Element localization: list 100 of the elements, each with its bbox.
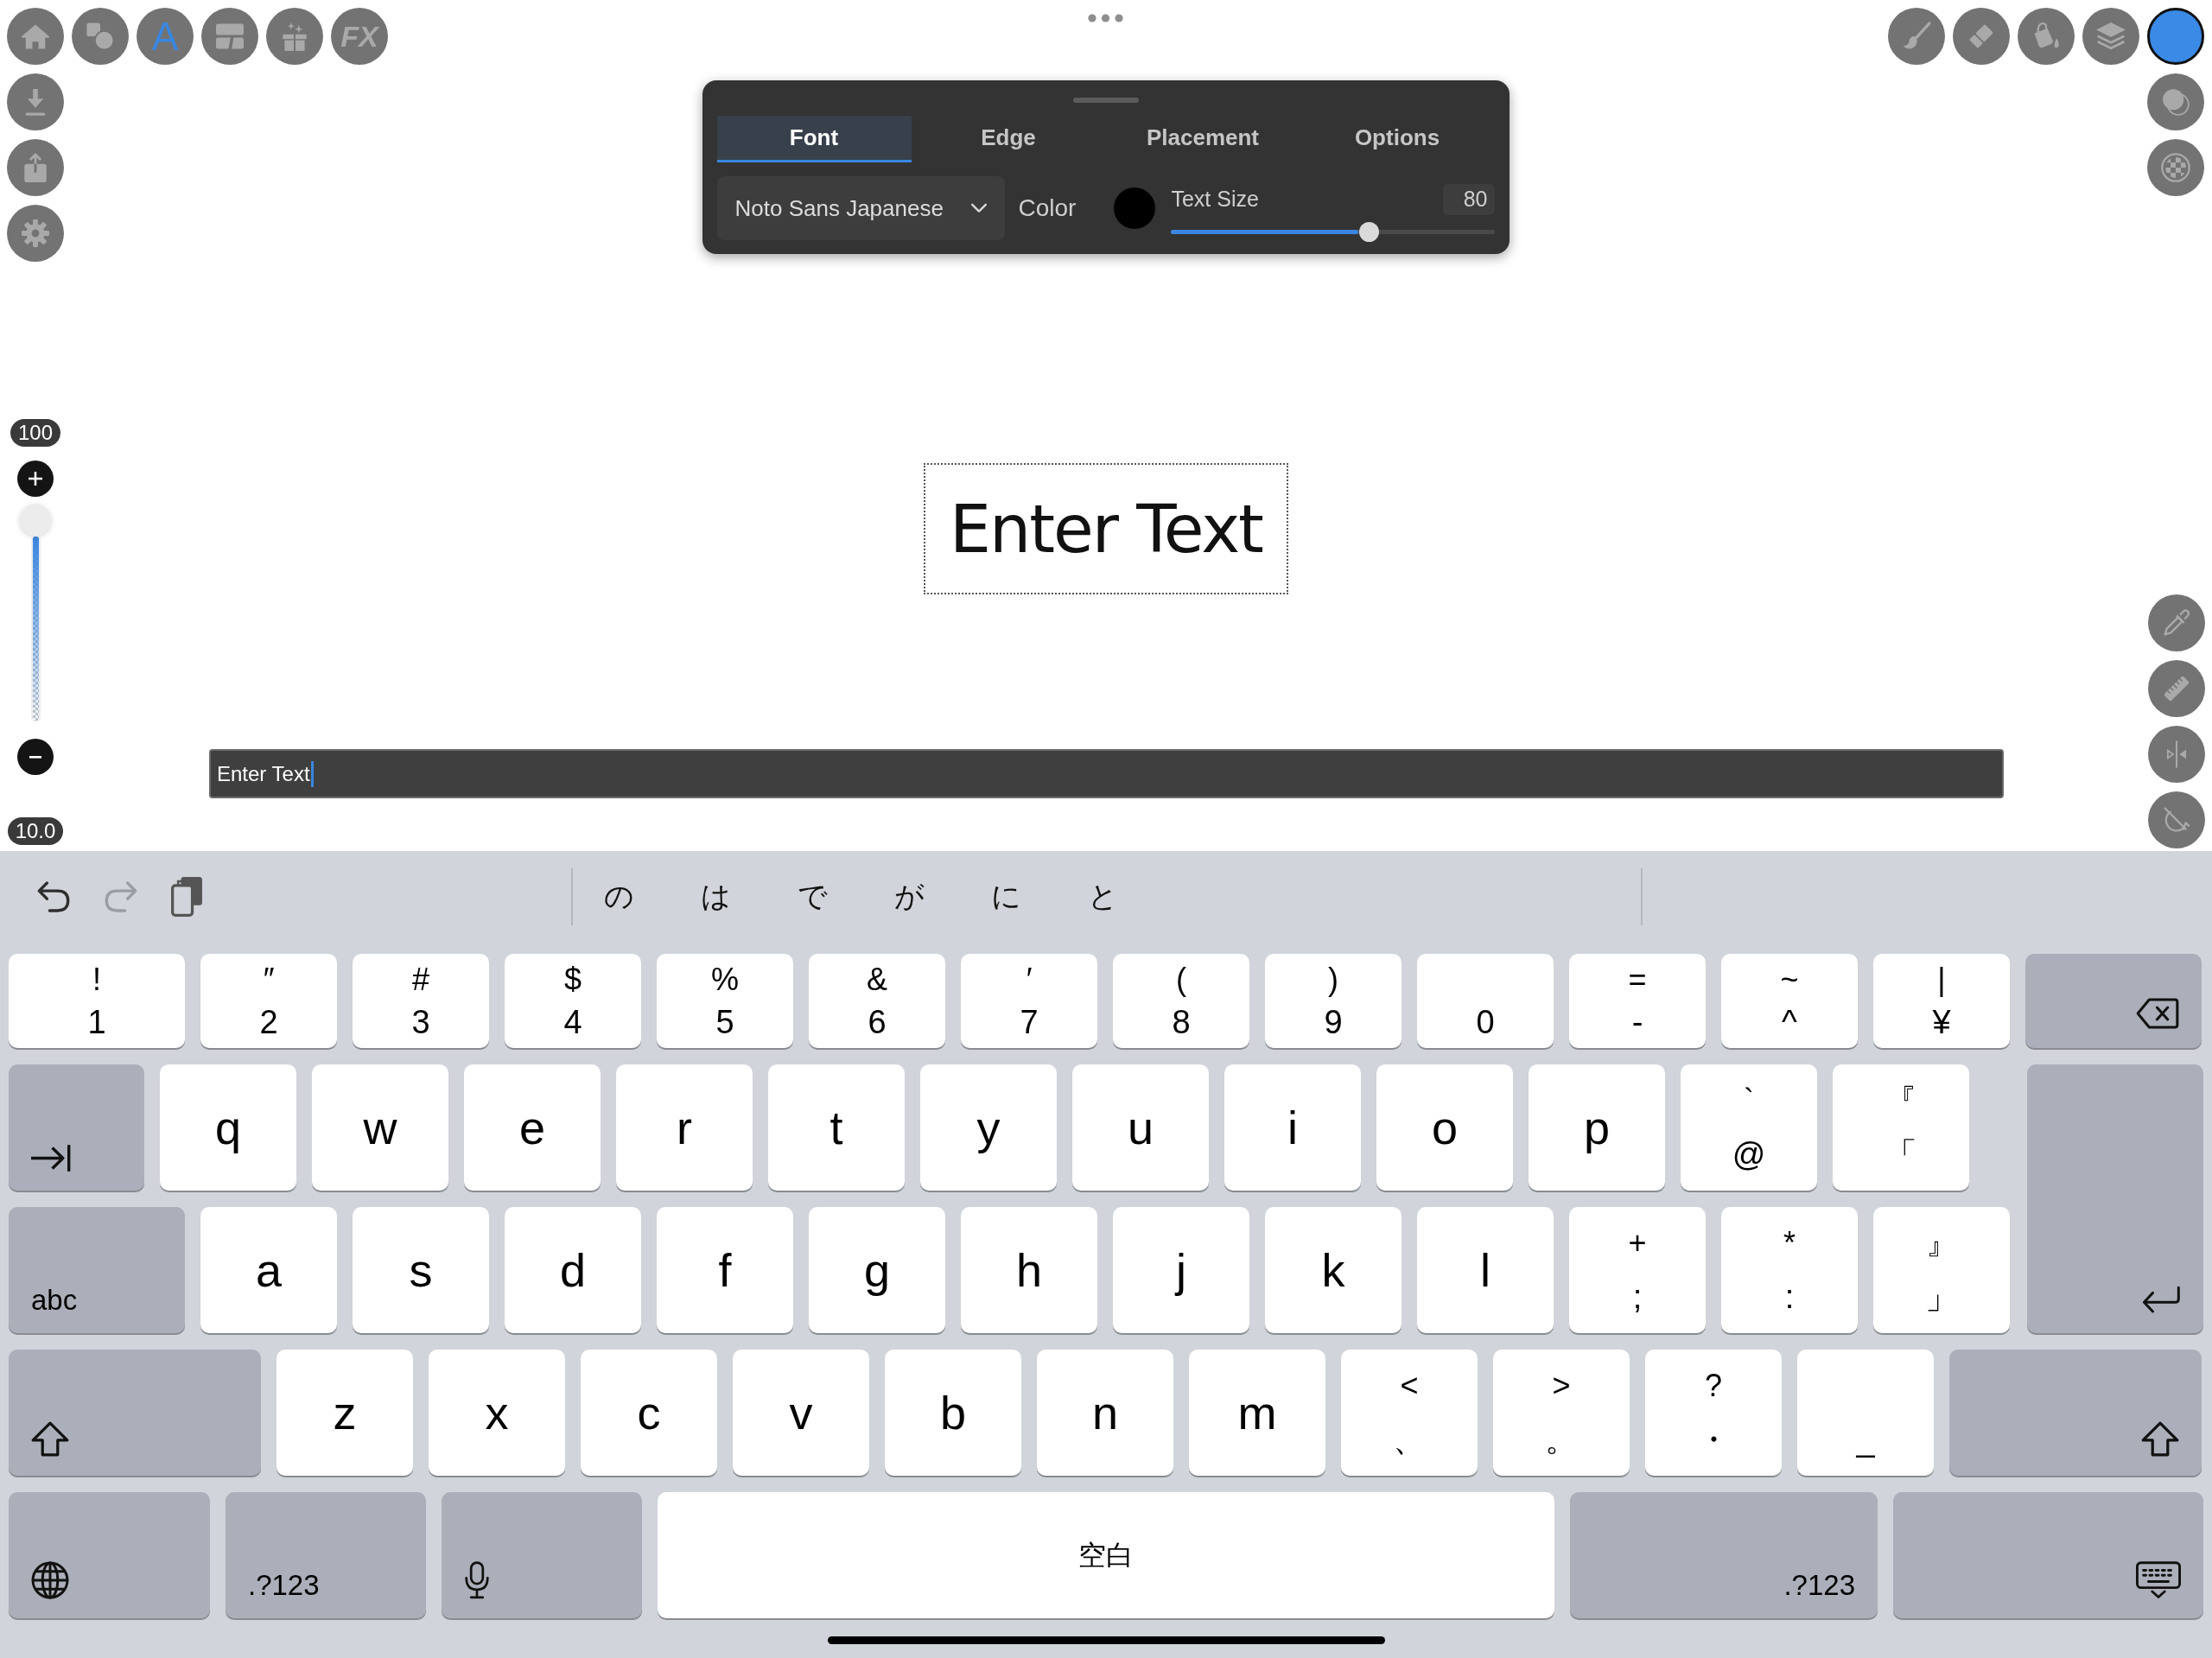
slider-thumb[interactable] [1358, 221, 1379, 242]
letter-key[interactable]: d [505, 1207, 641, 1333]
undo-icon [36, 880, 71, 913]
brush-icon [1902, 22, 1931, 51]
backspace-icon [2136, 998, 2179, 1029]
text-size-value[interactable]: 80 [1442, 183, 1495, 215]
keyboard-icon [2136, 1561, 2181, 1599]
symbol-key[interactable]: ″ 2 [200, 954, 337, 1048]
paste-icon [171, 877, 202, 917]
letter-key[interactable]: g [809, 1207, 945, 1333]
symbol-key[interactable]: 』 」 [1873, 1207, 2010, 1333]
letter-key[interactable]: i [1224, 1064, 1361, 1191]
symbol-key[interactable]: > 。 [1493, 1350, 1630, 1476]
slider-thumb[interactable] [20, 505, 51, 536]
panels-icon [216, 23, 244, 49]
letter-key[interactable]: f [657, 1207, 793, 1333]
increase-button[interactable] [17, 461, 54, 497]
candidate-word[interactable]: で [773, 867, 851, 927]
symbol-key[interactable]: < 、 [1341, 1350, 1478, 1476]
panel-tab[interactable]: Placement [1105, 116, 1300, 162]
symbol-key[interactable]: # 3 [353, 954, 489, 1048]
symbol-key[interactable]: 0 [1417, 954, 1554, 1048]
font-dropdown[interactable]: Noto Sans Japanese [716, 176, 1005, 240]
layers-icon [2096, 22, 2126, 50]
text-input[interactable]: Enter Text [209, 749, 2004, 798]
letter-key[interactable]: b [885, 1350, 1021, 1476]
letter-key[interactable]: y [920, 1064, 1057, 1191]
overlapping-circles-icon [2161, 87, 2190, 117]
space-key[interactable]: 空白 [658, 1492, 1554, 1618]
letter-key[interactable]: r [616, 1064, 753, 1191]
text-cursor-icon [310, 760, 314, 787]
symbol-key[interactable]: ( 8 [1113, 954, 1249, 1048]
letter-key[interactable]: k [1265, 1207, 1402, 1333]
panel-tab[interactable]: Font [716, 116, 912, 162]
slider-value-label: 100 [10, 419, 60, 447]
letter-key[interactable]: x [429, 1350, 565, 1476]
undo-button[interactable] [36, 880, 71, 913]
symbol-key[interactable]: $ 4 [505, 954, 641, 1048]
plus-icon [29, 472, 42, 486]
mode-switch-key[interactable]: .?123 [1570, 1492, 1878, 1618]
gift-icon [282, 22, 308, 51]
settings-icon [22, 219, 49, 247]
letter-key[interactable]: l [1417, 1207, 1554, 1333]
color-swatch-icon[interactable] [1114, 187, 1156, 229]
letter-key[interactable]: a [200, 1207, 337, 1333]
text-object[interactable]: Enter Text [924, 463, 1288, 594]
mode-switch-key[interactable]: abc [9, 1207, 185, 1333]
symbol-key[interactable]: + ; [1569, 1207, 1706, 1333]
candidate-word[interactable]: に [967, 867, 1045, 927]
globe-key[interactable] [9, 1492, 210, 1618]
symbol-key[interactable]: _ [1797, 1350, 1934, 1476]
symbol-key[interactable]: ! 1 [9, 954, 185, 1048]
letter-key[interactable]: m [1189, 1350, 1325, 1476]
symbol-key[interactable]: = - [1569, 954, 1706, 1048]
drag-handle[interactable] [1072, 98, 1139, 103]
symbol-key[interactable]: * : [1721, 1207, 1858, 1333]
download-icon [24, 88, 47, 116]
letter-key[interactable]: t [768, 1064, 905, 1191]
delete-key[interactable] [2025, 954, 2202, 1048]
paste-button[interactable] [171, 877, 202, 917]
candidate-word[interactable]: と [1064, 867, 1141, 927]
panel-tab[interactable]: Options [1300, 116, 1495, 162]
letter-key[interactable]: j [1113, 1207, 1249, 1333]
slashed-rotation-icon [2163, 806, 2190, 834]
symbol-key[interactable]: ~ ^ [1721, 954, 1858, 1048]
letter-key[interactable]: q [160, 1064, 296, 1191]
minus-icon [29, 755, 42, 759]
letter-key[interactable]: p [1529, 1064, 1665, 1191]
letter-key[interactable]: c [581, 1350, 717, 1476]
letter-key[interactable]: z [276, 1350, 413, 1476]
home-icon [21, 22, 50, 50]
candidate-word[interactable]: の [580, 867, 658, 927]
text-size-label: Text Size [1171, 187, 1259, 212]
slider-value-label: 10.0 [7, 817, 64, 845]
candidate-word[interactable]: が [870, 867, 948, 927]
symbol-key[interactable]: & 6 [809, 954, 945, 1048]
globe-icon [31, 1561, 69, 1599]
decrease-button[interactable] [17, 739, 54, 775]
symbol-key[interactable]: ) 9 [1265, 954, 1402, 1048]
candidate-word[interactable]: は [677, 867, 754, 927]
letter-key[interactable]: s [353, 1207, 489, 1333]
letter-key[interactable]: u [1072, 1064, 1209, 1191]
mode-switch-key[interactable]: .?123 [226, 1492, 426, 1618]
panel-tab[interactable]: Edge [911, 116, 1106, 162]
letter-key[interactable]: e [464, 1064, 601, 1191]
letter-key[interactable]: o [1376, 1064, 1513, 1191]
symbol-key[interactable]: ? ・ [1645, 1350, 1782, 1476]
symbol-key[interactable]: ′ 7 [961, 954, 1097, 1048]
symbol-key[interactable]: ` @ [1681, 1064, 1817, 1191]
color-label: Color [1018, 194, 1077, 222]
letter-key[interactable]: w [312, 1064, 448, 1191]
symbol-key[interactable]: % 5 [657, 954, 793, 1048]
letter-key[interactable]: n [1037, 1350, 1173, 1476]
letter-key[interactable]: h [961, 1207, 1097, 1333]
letter-key[interactable]: v [733, 1350, 869, 1476]
shift-icon [31, 1421, 69, 1457]
symbol-key[interactable]: 『 「 [1833, 1064, 1969, 1191]
eyedropper-icon [2163, 609, 2190, 637]
shift-icon [2141, 1421, 2179, 1457]
symbol-key[interactable]: | ¥ [1873, 954, 2010, 1048]
